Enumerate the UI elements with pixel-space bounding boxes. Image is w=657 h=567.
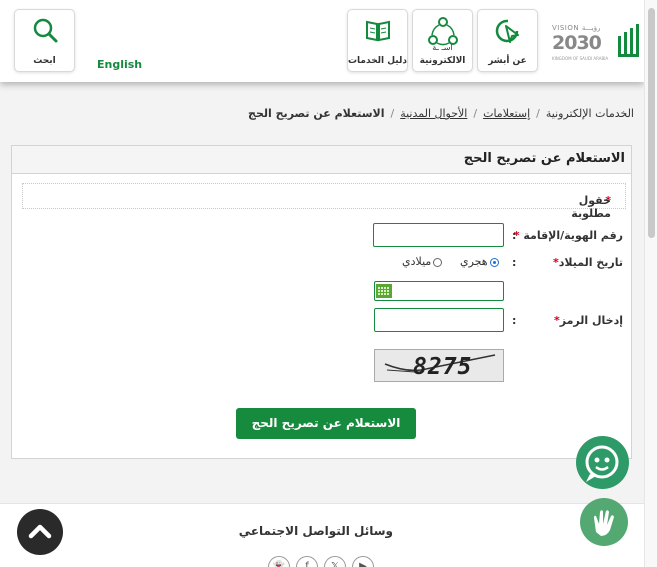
page-scrollbar[interactable] <box>644 0 657 567</box>
inquiry-panel: الاستعلام عن تصريح الحج * حقول مطلوبة رقم… <box>11 145 632 459</box>
about-absher-label: عن أبشر <box>488 56 527 66</box>
captcha-label: إدخال الرمز* <box>553 314 623 327</box>
radio-gregorian[interactable]: ميلادي <box>402 255 443 268</box>
x-icon[interactable]: 𝕏 <box>324 556 346 567</box>
search-button[interactable]: ابحث <box>14 9 75 72</box>
id-label: رقم الهوية/الإقامة * <box>513 229 623 242</box>
chat-assistant-button[interactable] <box>576 436 629 489</box>
book-icon <box>365 20 390 42</box>
absher-logo <box>618 24 639 57</box>
eservices-button[interactable]: اسـ ـة الالكترونية <box>412 9 473 72</box>
captcha-text: 8275 <box>413 354 473 380</box>
radio-hijri[interactable]: هجري <box>460 255 499 268</box>
birth-date-label: تاريخ الميلاد* <box>552 256 623 269</box>
search-icon <box>33 18 57 43</box>
about-absher-button[interactable]: عن أبشر <box>477 9 538 72</box>
radio-gregorian-control[interactable] <box>433 257 443 267</box>
youtube-icon[interactable]: ▶ <box>352 556 374 567</box>
submit-button[interactable]: الاستعلام عن تصريح الحج <box>236 408 416 439</box>
social-title: وسائل التواصل الاجتماعي <box>238 524 393 538</box>
snapchat-icon[interactable]: 👻 <box>268 556 290 567</box>
radio-hijri-control[interactable] <box>489 257 499 267</box>
birth-date-input[interactable] <box>374 281 504 301</box>
cursor-circle-icon <box>495 19 519 43</box>
breadcrumb-civil-affairs[interactable]: الأحوال المدنية <box>400 107 467 120</box>
eservices-top-label: اسـ ـة <box>432 43 453 52</box>
panel-title: الاستعلام عن تصريح الحج <box>463 151 625 166</box>
breadcrumb-eservices[interactable]: الخدمات الإلكترونية <box>546 107 634 120</box>
services-guide-button[interactable]: دليل الخدمات <box>347 9 408 72</box>
calendar-icon[interactable] <box>376 284 392 298</box>
site-header: ابحث English دليل الخدمات اسـ ـة الالكتر… <box>0 0 644 82</box>
eservices-label: الالكترونية <box>419 56 466 66</box>
sign-language-button[interactable] <box>580 498 628 546</box>
chevron-up-icon <box>28 524 52 539</box>
panel-header: الاستعلام عن تصريح الحج <box>12 146 631 174</box>
breadcrumb: الخدمات الإلكترونية/إستعلامات/الأحوال ال… <box>248 107 634 120</box>
required-note: حقول مطلوبة <box>571 194 611 220</box>
captcha-image: 8275 <box>374 349 504 382</box>
required-note-box: * حقول مطلوبة <box>22 183 626 220</box>
footer: وسائل التواصل الاجتماعي 👻 f 𝕏 ▶ <box>0 503 644 567</box>
scrollbar-thumb[interactable] <box>648 8 655 238</box>
captcha-input[interactable] <box>374 308 504 332</box>
sign-language-icon <box>594 510 614 536</box>
breadcrumb-inquiries[interactable]: إستعلامات <box>483 107 530 120</box>
facebook-icon[interactable]: f <box>296 556 318 567</box>
language-link[interactable]: English <box>97 58 142 71</box>
breadcrumb-current: الاستعلام عن تصريح الحج <box>248 107 385 120</box>
id-input[interactable] <box>373 223 504 247</box>
scroll-to-top-button[interactable] <box>17 509 63 555</box>
search-label: ابحث <box>33 56 56 66</box>
vision-2030-logo: VISION رؤيـــة 2030 KINGDOM OF SAUDI ARA… <box>552 24 608 61</box>
services-guide-label: دليل الخدمات <box>348 56 407 66</box>
chat-bot-icon <box>585 445 619 482</box>
